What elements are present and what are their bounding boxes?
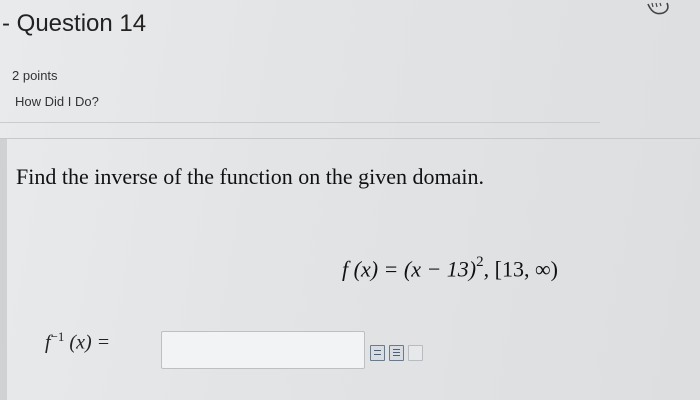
- help-icon[interactable]: [408, 345, 423, 361]
- formula-icon[interactable]: [389, 345, 404, 361]
- question-page: - Question 14 2 points How Did I Do? Fin…: [0, 0, 700, 400]
- answer-input[interactable]: [161, 331, 365, 369]
- function-exponent: 2: [476, 254, 484, 270]
- question-prompt: Find the inverse of the function on the …: [16, 164, 485, 189]
- pen-icon[interactable]: [645, 0, 673, 18]
- question-left-border: [0, 139, 7, 400]
- function-equation: f (x) = (x − 13)2, [13, ∞): [342, 254, 558, 282]
- function-domain: , [13, ∞): [483, 256, 558, 282]
- how-did-i-do-link[interactable]: How Did I Do?: [15, 94, 99, 109]
- section-divider: [0, 138, 700, 139]
- answer-toolbar: [370, 345, 423, 361]
- function-definition: f (x) = (x − 13): [342, 256, 477, 282]
- inverse-label-exponent: −1: [50, 329, 65, 344]
- question-title: - Question 14: [2, 10, 147, 37]
- inverse-label-argument: (x) =: [64, 331, 111, 354]
- equation-editor-icon[interactable]: [370, 345, 385, 361]
- points-label: 2 points: [12, 68, 58, 83]
- inverse-label: f−1 (x) =: [45, 329, 110, 355]
- question-info-panel: [0, 60, 600, 123]
